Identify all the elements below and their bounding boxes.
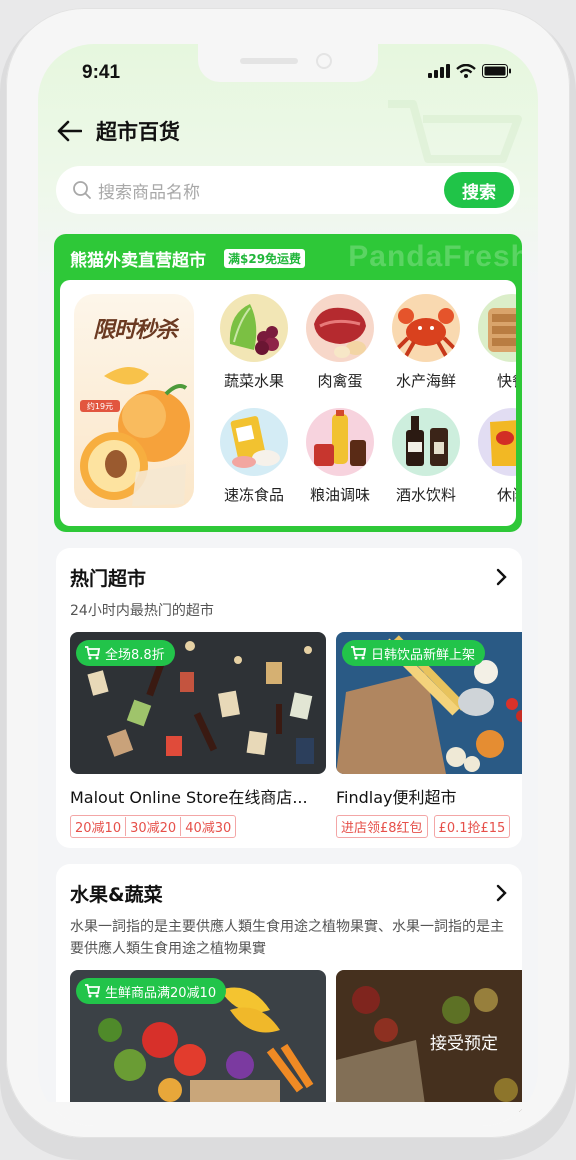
panda-content: 限时秒杀 约19元 蔬菜水果 肉禽蛋 水产海鲜 快 速冻食品 粮油调味 酒水饮料… — [60, 280, 516, 526]
category-label: 蔬菜水果 — [223, 372, 284, 390]
fruit-veg-title: 水果&蔬菜 — [70, 884, 163, 906]
coupon-item: 20减10 — [75, 821, 122, 836]
search-input[interactable]: 搜索商品名称 — [98, 178, 444, 203]
coupon-group: 20减10 30减20 40减30 — [70, 815, 237, 838]
reserve-overlay: 接受预定 — [336, 970, 522, 1112]
panda-section-title[interactable]: 熊猫外卖直营超市 — [70, 246, 206, 271]
panda-supermarket-card: PandaFresh 熊猫外卖直营超市 满$29免运费 限时秒杀 约19元 蔬菜… — [54, 234, 522, 532]
panda-watermark: PandaFresh — [348, 240, 522, 273]
store-tag-text: 生鲜商品满20减10 — [105, 985, 217, 1001]
cart-icon — [85, 646, 100, 660]
grain-oil-icon — [306, 408, 374, 476]
category-label: 速冻食品 — [223, 486, 284, 504]
battery-icon — [482, 64, 511, 78]
category-label: 酒水饮料 — [395, 486, 456, 504]
status-time: 9:41 — [82, 62, 121, 83]
device-notch — [198, 44, 378, 82]
signal-icon — [428, 64, 450, 78]
search-icon — [73, 181, 91, 199]
back-arrow-icon[interactable] — [56, 120, 82, 142]
promo-price-tag: 约19元 — [87, 401, 113, 411]
nav-bar: 超市百货 — [56, 116, 180, 146]
category-seafood[interactable]: 水产海鲜 — [386, 294, 466, 391]
store-image: 生鲜商品满20减10 — [70, 970, 326, 1112]
category-grid: 蔬菜水果 肉禽蛋 水产海鲜 快 速冻食品 粮油调味 酒水饮料 休 — [214, 294, 516, 514]
category-label: 水产海鲜 — [395, 372, 456, 390]
status-icons — [428, 64, 512, 78]
coupon-item: 进店领£8红包 — [336, 815, 428, 838]
chevron-right-icon[interactable] — [496, 884, 508, 902]
store-promo-tag: 全场8.8折 — [76, 640, 175, 666]
search-button[interactable]: 搜索 — [444, 172, 514, 208]
peach-illustration: 约19元 — [80, 366, 190, 506]
seafood-icon — [392, 294, 460, 362]
cart-icon — [351, 646, 366, 660]
category-vegetables[interactable]: 蔬菜水果 — [214, 294, 294, 391]
store-coupons: 20减10 30减20 40减30 — [70, 815, 326, 838]
coupon-item: 30减20 — [125, 817, 176, 836]
category-fastfood[interactable]: 快餐 — [472, 294, 516, 391]
hot-stores-subtitle: 24小时内最热门的超市 — [70, 603, 214, 619]
store-tag-text: 日韩饮品新鲜上架 — [371, 647, 476, 663]
category-frozen[interactable]: 速冻食品 — [214, 408, 294, 505]
hot-stores-section: 热门超市 24小时内最热门的超市 全场8.8折 Malout Online St… — [56, 548, 522, 848]
store-name: Findlay便利超市 — [336, 788, 457, 807]
fruit-store-card-1[interactable]: 生鲜商品满20减10 — [70, 970, 326, 1112]
coupon-item: 40减30 — [180, 817, 231, 836]
frozen-food-icon — [220, 408, 288, 476]
store-image: 日韩饮品新鲜上架 — [336, 632, 522, 774]
free-delivery-badge: 满$29免运费 — [224, 249, 306, 268]
wifi-icon — [456, 64, 476, 78]
vegetables-icon — [220, 294, 288, 362]
store-coupons: 进店领£8红包 £0.1抢£15 — [336, 815, 522, 838]
meat-icon — [306, 294, 374, 362]
fastfood-icon — [478, 294, 516, 362]
home-indicator — [38, 1102, 538, 1126]
category-grain-oil[interactable]: 粮油调味 — [300, 408, 380, 505]
store-image: 全场8.8折 — [70, 632, 326, 774]
category-drinks[interactable]: 酒水饮料 — [386, 408, 466, 505]
store-card-findlay[interactable]: 日韩饮品新鲜上架 Findlay便利超市 进店领£8红包 £0.1抢£15 — [336, 632, 522, 838]
store-promo-tag: 日韩饮品新鲜上架 — [342, 640, 486, 666]
page-title: 超市百货 — [96, 120, 180, 144]
fruit-veg-description: 水果一詞指的是主要供應人類生食用途之植物果實、水果一詞指的是主要供應人類生食用途… — [70, 919, 504, 957]
snacks-icon — [478, 408, 516, 476]
coupon-item: £0.1抢£15 — [433, 815, 511, 838]
drinks-icon — [392, 408, 460, 476]
store-card-malout[interactable]: 全场8.8折 Malout Online Store在线商店... 20减10 … — [70, 632, 326, 838]
fruit-store-card-2[interactable]: 接受预定 — [336, 970, 522, 1112]
store-tag-text: 全场8.8折 — [105, 647, 165, 663]
flash-sale-banner[interactable]: 限时秒杀 约19元 — [74, 294, 194, 508]
store-promo-tag: 生鲜商品满20减10 — [76, 978, 227, 1004]
search-bar[interactable]: 搜索商品名称 搜索 — [56, 166, 520, 214]
category-label: 粮油调味 — [309, 486, 370, 504]
hot-stores-title: 热门超市 — [70, 568, 147, 590]
fruit-veg-section: 水果&蔬菜 水果一詞指的是主要供應人類生食用途之植物果實、水果一詞指的是主要供應… — [56, 864, 522, 1126]
category-label: 肉禽蛋 — [317, 372, 363, 390]
store-name: Malout Online Store在线商店... — [70, 788, 308, 807]
category-label: 快餐 — [496, 372, 516, 390]
category-meat[interactable]: 肉禽蛋 — [300, 294, 380, 391]
flash-sale-text: 限时秒杀 — [92, 318, 178, 343]
app-screen: 9:41 超市百货 搜索商品名称 搜索 PandaFresh 熊猫外卖直营超市 … — [38, 44, 538, 1126]
store-image: 接受预定 — [336, 970, 522, 1112]
category-label: 休闲 — [496, 486, 516, 504]
category-snacks[interactable]: 休闲 — [472, 408, 516, 505]
cart-icon — [85, 984, 100, 998]
chevron-right-icon[interactable] — [496, 568, 508, 586]
